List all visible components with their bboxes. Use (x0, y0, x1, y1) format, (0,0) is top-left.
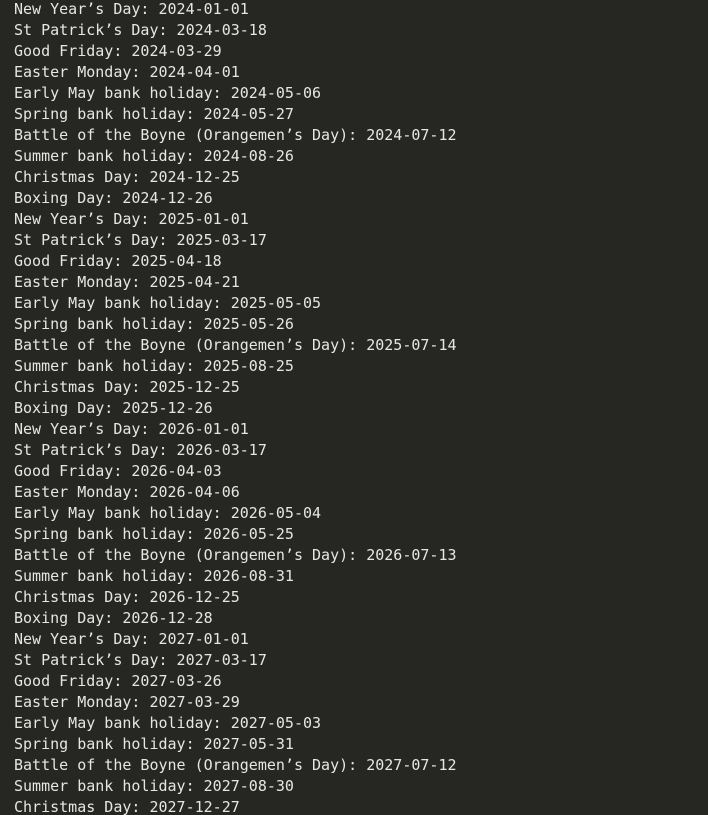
output-line: Battle of the Boyne (Orangemen’s Day): 2… (14, 546, 457, 564)
output-line: Easter Monday: 2025-04-21 (14, 273, 240, 291)
output-line: Christmas Day: 2024-12-25 (14, 168, 240, 186)
output-line: Summer bank holiday: 2027-08-30 (14, 777, 294, 795)
output-line: Spring bank holiday: 2026-05-25 (14, 525, 294, 543)
output-line: Christmas Day: 2026-12-25 (14, 588, 240, 606)
output-line: St Patrick’s Day: 2027-03-17 (14, 651, 267, 669)
output-line: Christmas Day: 2025-12-25 (14, 378, 240, 396)
output-line: Easter Monday: 2027-03-29 (14, 693, 240, 711)
output-line: Good Friday: 2027-03-26 (14, 672, 222, 690)
output-line: Boxing Day: 2026-12-28 (14, 609, 213, 627)
output-line: New Year’s Day: 2026-01-01 (14, 420, 249, 438)
output-line: New Year’s Day: 2025-01-01 (14, 210, 249, 228)
output-line: Good Friday: 2025-04-18 (14, 252, 222, 270)
output-line: St Patrick’s Day: 2026-03-17 (14, 441, 267, 459)
output-line: Spring bank holiday: 2027-05-31 (14, 735, 294, 753)
console-output-panel: New Year’s Day: 2024-01-01 St Patrick’s D… (0, 0, 708, 815)
output-line-list: New Year’s Day: 2024-01-01 St Patrick’s D… (14, 0, 457, 815)
output-line: Early May bank holiday: 2027-05-03 (14, 714, 322, 732)
output-line: Good Friday: 2024-03-29 (14, 42, 222, 60)
output-line: Early May bank holiday: 2025-05-05 (14, 294, 322, 312)
output-line: Boxing Day: 2024-12-26 (14, 189, 213, 207)
output-line: Good Friday: 2026-04-03 (14, 462, 222, 480)
output-line: Boxing Day: 2025-12-26 (14, 399, 213, 417)
output-line: Early May bank holiday: 2024-05-06 (14, 84, 322, 102)
output-line: Battle of the Boyne (Orangemen’s Day): 2… (14, 126, 457, 144)
output-line: St Patrick’s Day: 2025-03-17 (14, 231, 267, 249)
output-line: Early May bank holiday: 2026-05-04 (14, 504, 322, 522)
output-line: Summer bank holiday: 2025-08-25 (14, 357, 294, 375)
output-line: Easter Monday: 2026-04-06 (14, 483, 240, 501)
output-line: Summer bank holiday: 2026-08-31 (14, 567, 294, 585)
output-line: Christmas Day: 2027-12-27 (14, 798, 240, 815)
output-line: New Year’s Day: 2027-01-01 (14, 630, 249, 648)
output-line: Spring bank holiday: 2024-05-27 (14, 105, 294, 123)
output-line: Spring bank holiday: 2025-05-26 (14, 315, 294, 333)
output-line: Easter Monday: 2024-04-01 (14, 63, 240, 81)
output-line: Battle of the Boyne (Orangemen’s Day): 2… (14, 756, 457, 774)
output-line: New Year’s Day: 2024-01-01 (14, 0, 249, 18)
output-line: Battle of the Boyne (Orangemen’s Day): 2… (14, 336, 457, 354)
output-line: St Patrick’s Day: 2024-03-18 (14, 21, 267, 39)
output-line: Summer bank holiday: 2024-08-26 (14, 147, 294, 165)
